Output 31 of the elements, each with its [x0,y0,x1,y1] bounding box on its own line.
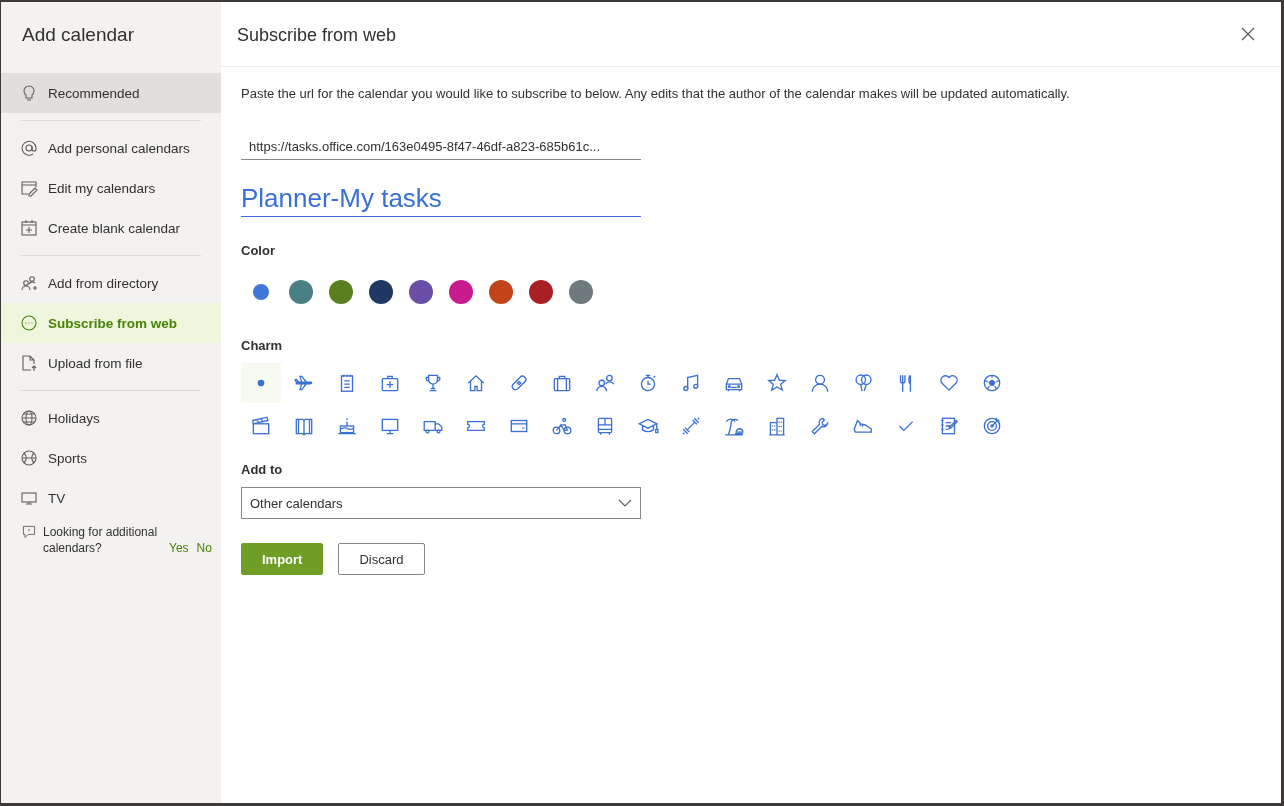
nav-item[interactable]: Create blank calendar [1,208,221,248]
nav-item[interactable]: Subscribe from web [1,303,221,343]
sidebar-title: Add calendar [21,23,135,47]
globe-icon [19,408,39,428]
sports-ball-icon [19,448,39,468]
chat-icon [21,524,37,540]
discard-button[interactable]: Discard [338,543,425,575]
calendar-dropdown[interactable]: Other calendars [241,487,641,519]
calendar-add-icon [19,218,39,238]
description-text: Paste the url for the calendar you would like to subscribe to below. Any edits that the author of the calendar makes will be updated automatically. [241,85,1071,103]
at-sign-icon [19,138,39,158]
nav-item[interactable]: Upload from file [1,343,221,383]
feedback-text: Looking for additional calendars? [43,524,159,556]
nav-item[interactable]: Edit my calendars [1,168,221,208]
subscribe-icon [19,313,39,333]
file-upload-icon [19,353,39,373]
nav-item[interactable]: Add from directory [1,263,221,303]
add-to-label: Add to [241,462,284,477]
close-icon [1241,27,1255,41]
yes-link[interactable]: Yes [169,540,189,556]
nav-item[interactable]: Holidays [1,398,221,438]
people-icon [19,273,39,293]
dialog-title: Subscribe from web [237,23,397,46]
charm-label: Charm [241,338,284,353]
no-link[interactable]: No [196,540,212,556]
nav-item[interactable]: TV [1,478,221,518]
color-label: Color [241,243,276,258]
nav-item[interactable]: Sports [1,438,221,478]
calendar-edit-icon [19,178,39,198]
nav-item[interactable]: Add personal calendars [1,128,221,168]
nav-item[interactable]: Recommended [1,73,221,113]
